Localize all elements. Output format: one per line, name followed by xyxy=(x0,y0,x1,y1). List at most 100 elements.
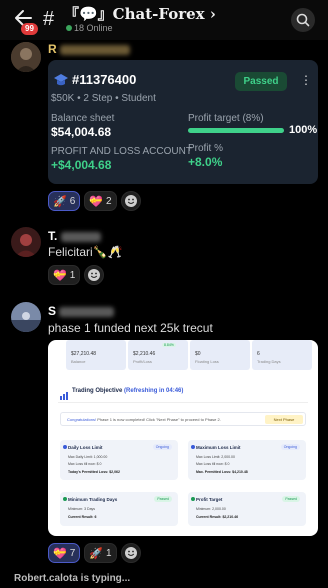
online-label: 18 Online xyxy=(74,23,113,33)
objective-status: Passed xyxy=(282,496,300,502)
reaction-count: 1 xyxy=(105,547,112,559)
username[interactable]: S xyxy=(48,304,115,318)
congrats-bold: Congratulations! xyxy=(67,417,97,422)
check-icon xyxy=(191,497,195,501)
reaction-bar: 💝 1 xyxy=(48,265,105,285)
stat-card: $0 Floating Loss xyxy=(190,340,250,370)
congrats-rest: Phase 1 is now completed! Click "Next Ph… xyxy=(96,417,221,422)
reaction-count: 2 xyxy=(105,195,112,207)
objective-box-title: Minimum Trading Days xyxy=(68,497,118,502)
objective-line: Max Loss till now: $ 0 xyxy=(196,462,230,466)
attached-screenshot[interactable]: $27,210.48 Balance $2,210.46 Profit/Loss 8.… xyxy=(48,340,318,536)
objective-title-text: Trading Objective xyxy=(72,388,123,394)
reaction-heart[interactable]: 💝 1 xyxy=(48,265,81,285)
next-phase-button[interactable]: Next Phase xyxy=(265,415,303,424)
heart-gift-icon: 💝 xyxy=(89,194,103,208)
stat-value: $0 xyxy=(195,351,201,357)
reaction-count: 6 xyxy=(69,195,76,207)
channel-title[interactable]: 『💬』Chat-Forex › xyxy=(64,3,216,24)
add-reaction-button[interactable] xyxy=(84,265,105,285)
objective-line: Current Result: $2,210.46 xyxy=(196,515,239,519)
avatar[interactable] xyxy=(11,42,41,72)
reaction-bar: 🚀 6 💝 2 xyxy=(48,191,141,211)
stat-label: Floating Loss xyxy=(195,359,219,364)
stat-label: Profit/Loss xyxy=(133,359,152,364)
avatar[interactable] xyxy=(11,227,41,257)
reaction-rocket[interactable]: 🚀 1 xyxy=(84,543,117,563)
more-options-icon[interactable]: ⋮ xyxy=(300,74,312,86)
objective-status: Ongoing xyxy=(152,444,172,450)
reaction-bar: 💝 7 🚀 1 xyxy=(48,543,141,563)
challenge-card: #11376400 Passed ⋮ $50K • 2 Step • Stude… xyxy=(48,60,318,184)
objective-line: Minimum: 3 Days xyxy=(68,507,96,511)
objective-line: Max Daily Limit: 1,000.00 xyxy=(68,455,108,459)
message-text: phase 1 funded next 25k trecut xyxy=(48,321,213,335)
objective-line: Max Loss till now: $ 0 xyxy=(68,462,102,466)
divider xyxy=(58,402,308,403)
profit-percent-value: +8.0% xyxy=(188,155,223,169)
stat-card: $2,210.46 Profit/Loss 8.84% xyxy=(128,340,188,370)
objective-box: Daily Loss Limit Ongoing Max Daily Limit… xyxy=(60,440,178,480)
rocket-icon: 🚀 xyxy=(53,194,67,208)
heart-gift-icon: 💝 xyxy=(53,268,67,282)
profit-target-progress xyxy=(188,128,284,133)
stat-card: 6 Trading Days xyxy=(252,340,312,370)
objective-line: Minimum: 2,000.00 xyxy=(196,507,226,511)
objective-line: Max Loss Limit: 2,000.00 xyxy=(196,455,235,459)
profit-target-label: Profit target (8%) xyxy=(188,113,264,124)
graduation-cap-icon xyxy=(53,73,69,92)
smiley-icon xyxy=(124,547,137,559)
objective-box-title: Profit Target xyxy=(196,497,223,502)
message-text: Felicitari🍾🥂 xyxy=(48,245,123,259)
search-button[interactable] xyxy=(291,8,315,32)
stat-value: $27,210.48 xyxy=(71,351,97,357)
heart-gift-icon: 💝 xyxy=(53,546,67,560)
check-icon xyxy=(63,497,67,501)
stat-card: $27,210.48 Balance xyxy=(66,340,126,370)
objective-title: Trading Objective (Refreshing in 04:46) xyxy=(72,388,183,394)
search-icon xyxy=(296,13,310,27)
stat-value: $2,210.46 xyxy=(133,351,156,357)
profit-target-fill xyxy=(188,128,284,133)
online-count: 18 Online xyxy=(66,23,113,33)
pnl-value: +$4,004.68 xyxy=(51,158,112,172)
status-badge: Passed xyxy=(235,72,287,91)
channel-hash-icon: # xyxy=(43,8,55,30)
objective-line: Current Result: 6 xyxy=(68,515,97,519)
objective-box-title: Maximum Loss Limit xyxy=(196,445,241,450)
typing-indicator: Robert.calota is typing... xyxy=(14,573,131,584)
balance-label: Balance sheet xyxy=(51,113,115,124)
reaction-count: 1 xyxy=(69,269,76,281)
congrats-banner: Congratulations! Phase 1 is now complete… xyxy=(60,412,306,426)
objective-box-title: Daily Loss Limit xyxy=(68,445,103,450)
refresh-timer: (Refreshing in 04:46) xyxy=(124,388,184,394)
pnl-label: PROFIT AND LOSS ACCOUNT xyxy=(51,146,192,157)
add-reaction-button[interactable] xyxy=(120,191,141,211)
reaction-count: 7 xyxy=(69,547,76,559)
account-subtitle: $50K • 2 Step • Student xyxy=(51,93,156,104)
smiley-icon xyxy=(88,269,101,281)
add-reaction-button[interactable] xyxy=(120,543,141,563)
stat-badge: 8.84% xyxy=(162,343,176,347)
online-dot-icon xyxy=(66,25,72,31)
stat-label: Balance xyxy=(71,359,86,364)
objective-status: Passed xyxy=(154,496,172,502)
reaction-heart[interactable]: 💝 2 xyxy=(84,191,117,211)
stat-label: Trading Days xyxy=(257,359,281,364)
objective-status: Ongoing xyxy=(280,444,300,450)
reaction-heart[interactable]: 💝 7 xyxy=(48,543,81,563)
check-icon xyxy=(191,445,195,449)
unread-badge: 99 xyxy=(21,23,38,35)
username[interactable]: R xyxy=(48,42,131,56)
username[interactable]: T. xyxy=(48,229,101,243)
balance-value: $54,004.68 xyxy=(51,125,112,139)
avatar[interactable] xyxy=(11,302,41,332)
profit-target-percent: 100% xyxy=(289,124,318,136)
rocket-icon: 🚀 xyxy=(89,546,103,560)
check-icon xyxy=(63,445,67,449)
profit-percent-label: Profit % xyxy=(188,143,224,154)
congrats-text: Congratulations! Phase 1 is now complete… xyxy=(67,417,221,422)
stat-value: 6 xyxy=(257,351,260,357)
reaction-rocket[interactable]: 🚀 6 xyxy=(48,191,81,211)
objective-line: Today's Permitted Loss: $2,062 xyxy=(68,470,120,474)
